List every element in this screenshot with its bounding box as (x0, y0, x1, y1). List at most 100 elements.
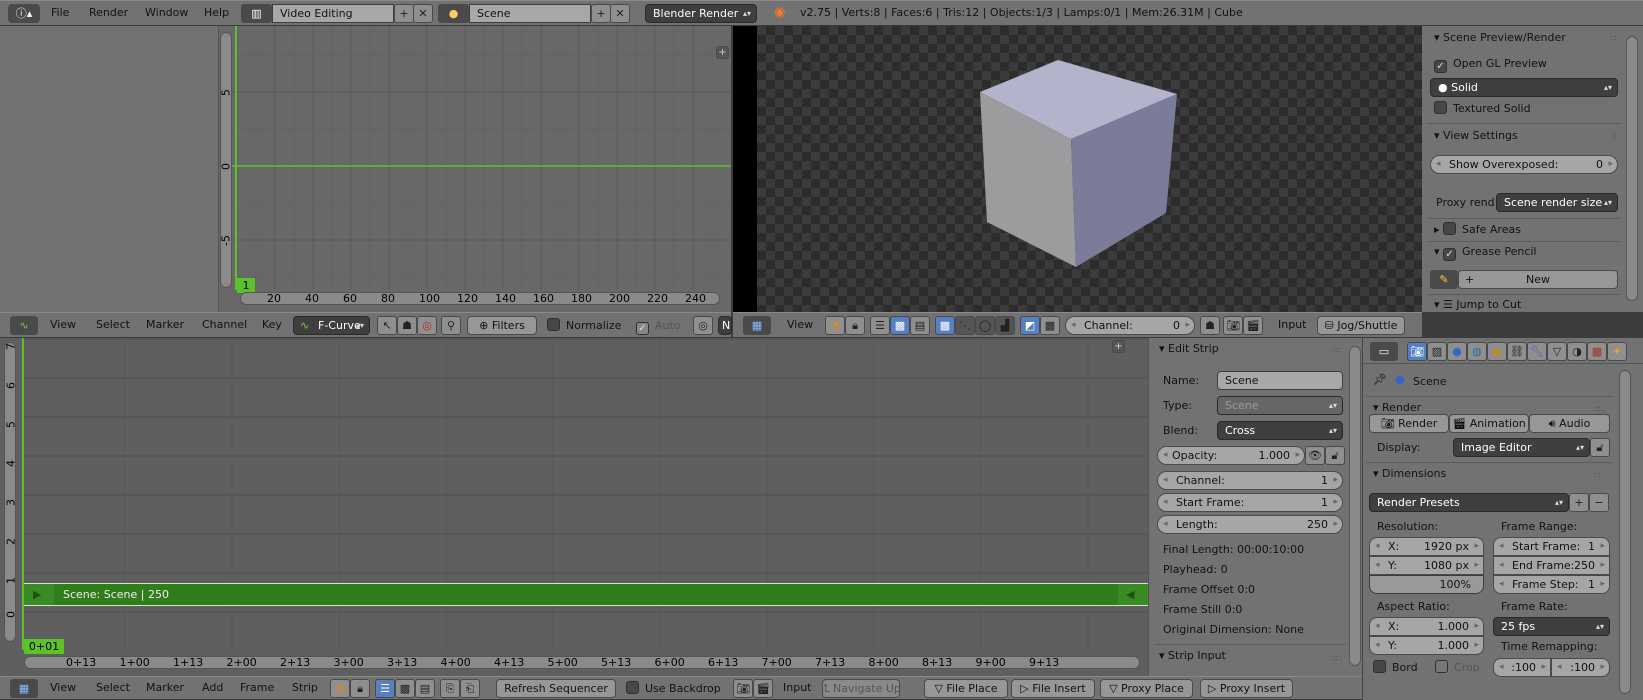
drag-handle-icon[interactable]: ∷∷ (1332, 346, 1341, 355)
drag-handle-icon[interactable]: ∷∷ (1595, 471, 1604, 480)
aspect-x-field[interactable]: X: 1.000 (1369, 617, 1484, 636)
proxy-place-button[interactable]: ▽ Proxy Place (1100, 679, 1193, 698)
lock-icon[interactable]: 🔒︎ (845, 316, 865, 335)
edit-strip-scrollbar[interactable] (1349, 346, 1361, 666)
remap-old-field[interactable]: :100 (1493, 658, 1551, 677)
blend-select[interactable]: Cross ▴▾ (1217, 421, 1343, 440)
display-image-icon[interactable]: ▩ (935, 316, 955, 335)
start-frame-field[interactable]: Start Frame: 1 (1493, 537, 1610, 556)
preview-view-icon[interactable]: ▩ (890, 316, 910, 335)
render-still-icon[interactable]: 📷︎ (1223, 316, 1243, 335)
proxy-render-select[interactable]: Scene render size ▴▾ (1496, 193, 1618, 212)
checkbox-icon[interactable] (1443, 222, 1457, 235)
textured-solid-toggle[interactable]: Textured Solid (1434, 99, 1531, 118)
drag-handle-icon[interactable]: ∷∷ (1595, 405, 1604, 414)
tab-texture-icon[interactable]: ▩ (1587, 342, 1607, 361)
panel-scene-preview[interactable]: ▾ Scene Preview/Render (1434, 28, 1566, 48)
only-selected-icon[interactable]: ↖ (377, 316, 397, 335)
clock-icon[interactable]: ◔ (330, 679, 350, 698)
menu-key[interactable]: Key (262, 313, 282, 337)
length-field[interactable]: Length: 250 (1157, 515, 1343, 534)
show-hidden-ghost-icon[interactable]: ☗ (397, 316, 417, 335)
delete-screen-button[interactable]: ✕ (413, 4, 433, 23)
panel-view-settings[interactable]: ▾ View Settings (1434, 126, 1518, 146)
lock-icon[interactable]: 🔓︎ (1325, 446, 1345, 465)
delete-scene-button[interactable]: ✕ (610, 4, 630, 23)
info-icon[interactable]: ⓘ▴ (8, 4, 40, 23)
add-screen-button[interactable]: + (394, 4, 414, 23)
audio-button[interactable]: 🔊︎ Audio (1529, 414, 1610, 433)
display-select[interactable]: Image Editor ▴▾ (1453, 438, 1590, 457)
menu-select[interactable]: Select (96, 677, 130, 699)
graph-mode-select[interactable]: ∿ F-Curve ▴▾ (293, 316, 370, 335)
search-icon[interactable]: ⚲ (441, 316, 461, 335)
preview-view-icon[interactable]: ▩ (395, 679, 415, 698)
render-animation-icon[interactable]: 🎬︎ (753, 679, 773, 698)
tab-world-icon[interactable]: ◍ (1467, 342, 1487, 361)
strip-name-input[interactable]: Scene (1217, 371, 1343, 390)
menu-marker[interactable]: Marker (146, 313, 184, 337)
sequencer-view-icon[interactable]: ☰ (375, 679, 395, 698)
mute-eye-icon[interactable]: 👁︎ (1305, 446, 1325, 465)
panel-dimensions[interactable]: ▾ Dimensions (1373, 464, 1446, 484)
animation-button[interactable]: 🎬︎ Animation (1449, 414, 1529, 433)
refresh-sequencer-button[interactable]: Refresh Sequencer (496, 679, 616, 698)
shading-select[interactable]: ● Solid ▴▾ (1430, 78, 1618, 97)
menu-help[interactable]: Help (204, 1, 229, 25)
pin-icon[interactable]: 📌︎ (1373, 373, 1387, 386)
pivot-icon[interactable]: ◎ (693, 316, 713, 335)
use-backdrop-toggle[interactable]: Use Backdrop (626, 679, 721, 698)
histogram-icon[interactable]: ▟ (995, 316, 1015, 335)
editor-type-sequencer-icon[interactable]: ▦ (10, 679, 38, 698)
menu-frame[interactable]: Frame (240, 677, 274, 699)
menu-file[interactable]: File (51, 1, 69, 25)
tab-data-icon[interactable]: ▽ (1547, 342, 1567, 361)
crop-toggle[interactable]: Crop (1435, 658, 1480, 677)
sequencer-view-icon[interactable]: ☰ (870, 316, 890, 335)
seq-preview-view-icon[interactable]: ▤ (910, 316, 930, 335)
panel-strip-input[interactable]: ▾ Strip Input (1159, 646, 1226, 666)
channel-field[interactable]: Channel: 0 (1065, 316, 1195, 335)
pencil-icon[interactable]: ✎ (1430, 270, 1458, 289)
screen-layout-icon[interactable]: ▥ (241, 4, 272, 23)
channel-field[interactable]: Channel: 1 (1157, 471, 1343, 490)
opacity-field[interactable]: Opacity: 1.000 (1157, 446, 1305, 465)
new-grease-pencil-button[interactable]: + New (1458, 270, 1618, 289)
only-errors-icon[interactable]: ◎ (417, 316, 437, 335)
drag-handle-icon[interactable]: ∷∷ (1332, 654, 1341, 663)
remove-preset-button[interactable]: − (1589, 493, 1609, 512)
render-presets-select[interactable]: Render Presets ▴▾ (1369, 493, 1569, 512)
add-scene-button[interactable]: + (591, 4, 611, 23)
menu-marker[interactable]: Marker (146, 677, 184, 699)
ghost-icon[interactable]: ☗ (1200, 316, 1220, 335)
border-toggle[interactable]: Bord (1373, 658, 1418, 677)
show-overexposed-field[interactable]: Show Overexposed: 0 (1430, 155, 1618, 174)
render-animation-icon[interactable]: 🎬︎ (1243, 316, 1263, 335)
alpha-icon[interactable]: ▩ (1040, 316, 1060, 335)
scene-field[interactable]: Scene (469, 4, 591, 23)
preview-sidebar-scrollbar[interactable] (1626, 36, 1638, 301)
panel-safe-areas[interactable]: ▸ Safe Areas (1434, 220, 1521, 240)
resolution-x-field[interactable]: X: 1920 px (1369, 537, 1484, 556)
tab-particles-icon[interactable]: ✦ (1607, 342, 1627, 361)
menu-input[interactable]: Input (1278, 313, 1306, 337)
menu-strip[interactable]: Strip (292, 677, 318, 699)
menu-input[interactable]: Input (783, 677, 811, 699)
filters-button[interactable]: ⊕ Filters (467, 316, 537, 335)
scene-strip[interactable]: ▶ Scene: Scene | 250 ◀ (24, 583, 1148, 606)
add-preset-button[interactable]: + (1569, 493, 1589, 512)
tab-scene-icon[interactable]: ● (1447, 342, 1467, 361)
checkbox-icon[interactable]: ✓ (1443, 248, 1457, 261)
resolution-y-field[interactable]: Y: 1080 px (1369, 556, 1484, 575)
panel-grease-pencil[interactable]: ▾ ✓ Grease Pencil (1434, 242, 1536, 262)
menu-view[interactable]: View (787, 313, 813, 337)
file-place-button[interactable]: ▽ File Place (924, 679, 1008, 698)
panel-edit-strip[interactable]: ▾ Edit Strip (1159, 339, 1219, 359)
tab-material-icon[interactable]: ◑ (1567, 342, 1587, 361)
resolution-percentage-field[interactable]: 100% (1369, 575, 1484, 594)
editor-type-graph-icon[interactable]: ∿ (10, 316, 38, 335)
tab-constraints-icon[interactable]: ⛓︎ (1507, 342, 1527, 361)
aspect-y-field[interactable]: Y: 1.000 (1369, 636, 1484, 655)
menu-channel[interactable]: Channel (202, 313, 247, 337)
end-frame-field[interactable]: End Frame:250 (1493, 556, 1610, 575)
